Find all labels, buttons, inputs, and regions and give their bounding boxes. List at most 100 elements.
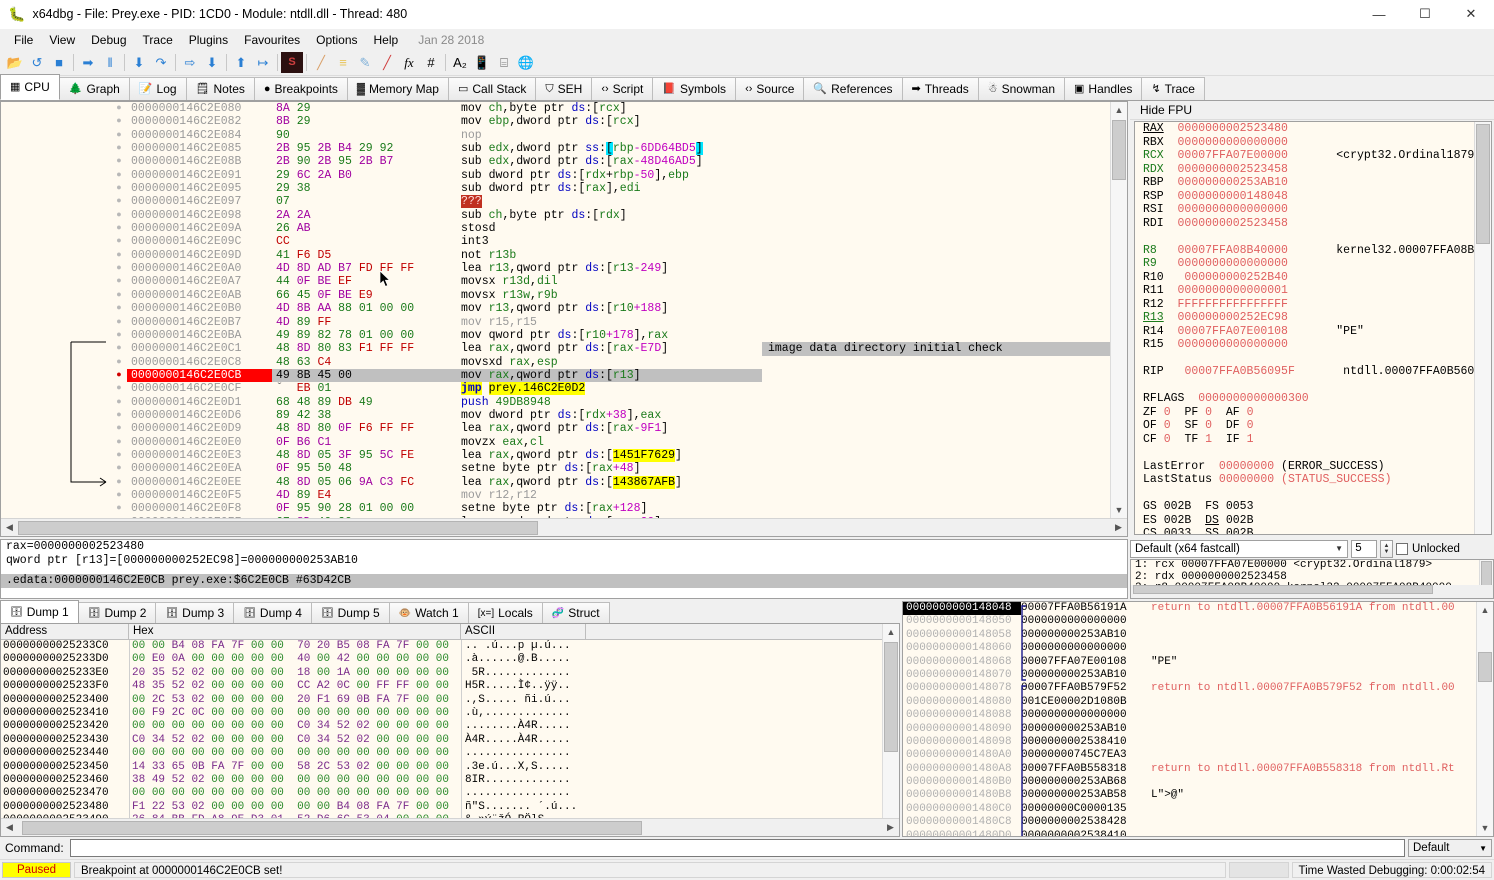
dump-row[interactable]: 000000000252344000 00 00 00 00 00 00 00 … <box>1 747 899 760</box>
segment-value[interactable]: 002B <box>1164 514 1192 527</box>
register-value[interactable]: 00007FFA07E00000 <box>1178 149 1288 162</box>
breakpoint-dot-icon[interactable]: ● <box>111 476 127 489</box>
disasm-instruction[interactable]: not r13b <box>457 249 762 262</box>
register-rdx[interactable]: RDX 0000000002523458 <box>1135 163 1491 177</box>
breakpoint-dot-icon[interactable]: ● <box>111 275 127 288</box>
disasm-instruction[interactable]: mov dword ptr ds:[rdx+38],eax <box>457 409 762 422</box>
breakpoint-dot-icon[interactable]: ● <box>111 249 127 262</box>
disasm-bytes[interactable]: 48 8D 05 06 9A C3 FC <box>272 476 457 489</box>
disasm-bytes[interactable]: 0F 95 90 28 01 00 00 <box>272 502 457 515</box>
disasm-address[interactable]: 0000000146C2E0F8 <box>127 502 272 515</box>
stack-panel[interactable]: 000000000014804800007FFA0B56191Areturn t… <box>902 601 1494 837</box>
disasm-bytes[interactable]: 41 F6 D5 <box>272 249 457 262</box>
dump-tab-dump-5[interactable]: 🗄Dump 5 <box>311 602 390 623</box>
dump-tab-locals[interactable]: [x=]Locals <box>468 602 543 623</box>
dump-horizontal-scrollbar[interactable]: ◀ ▶ <box>1 818 899 836</box>
segment-value[interactable]: 0033 <box>1164 527 1192 535</box>
stack-row[interactable]: 00000000001480D00000000002538410 <box>903 830 1493 837</box>
dump-header-ascii[interactable]: ASCII <box>461 624 586 639</box>
stack-address[interactable]: 0000000000148060 <box>903 642 1021 655</box>
minimize-button[interactable]: — <box>1356 0 1402 28</box>
disasm-instruction[interactable]: sub dword ptr ds:[rax],edi <box>457 182 762 195</box>
disasm-comment[interactable] <box>762 409 1127 422</box>
breakpoint-dot-icon[interactable]: ● <box>111 489 127 502</box>
register-spacer[interactable] <box>1135 379 1491 393</box>
disasm-comment[interactable] <box>762 356 1127 369</box>
disasm-bytes[interactable]: 49 8B 45 00 <box>272 369 457 382</box>
disasm-comment[interactable] <box>762 155 1127 168</box>
globe-icon[interactable]: 🌐 <box>515 52 537 73</box>
breakpoint-dot-icon[interactable]: ● <box>111 422 127 435</box>
disasm-address[interactable]: 0000000146C2E095 <box>127 182 272 195</box>
breakpoint-dot-icon[interactable]: ● <box>111 262 127 275</box>
dump-address[interactable]: 00000000025233D0 <box>1 653 129 666</box>
stack-address[interactable]: 0000000000148088 <box>903 709 1021 722</box>
disasm-bytes[interactable]: 07 <box>272 195 457 208</box>
disasm-bytes[interactable]: 66 45 0F BE E9 <box>272 289 457 302</box>
checkbox-box[interactable] <box>1396 543 1408 555</box>
register-r13[interactable]: R13 000000000252EC98 <box>1135 311 1491 325</box>
disasm-bytes[interactable]: 49 89 82 78 01 00 00 <box>272 329 457 342</box>
hscroll-track[interactable] <box>18 520 1110 536</box>
register-vertical-scrollbar[interactable] <box>1474 122 1491 534</box>
stack-row[interactable]: 0000000000148090000000000253AB10 <box>903 723 1493 736</box>
stack-value[interactable]: 000000000253AB58 <box>1021 789 1147 802</box>
register-r8[interactable]: R8 00007FFA08B40000 kernel32.00007FFA08B <box>1135 244 1491 258</box>
stack-address[interactable]: 0000000000148048 <box>903 602 1021 615</box>
command-input[interactable] <box>70 839 1405 857</box>
disasm-comment[interactable] <box>762 195 1127 208</box>
breakpoint-dot-icon[interactable]: ● <box>111 436 127 449</box>
dump-hex[interactable]: 00 F9 2C 0C 00 00 00 00 00 00 00 00 00 0… <box>129 707 461 720</box>
disasm-comment[interactable] <box>762 182 1127 195</box>
menu-item-view[interactable]: View <box>41 31 83 49</box>
dump-address[interactable]: 0000000002523400 <box>1 694 129 707</box>
disasm-address[interactable]: 0000000146C2E0D1 <box>127 396 272 409</box>
disasm-comment[interactable] <box>762 436 1127 449</box>
disasm-comment[interactable] <box>762 382 1127 395</box>
register-rsi[interactable]: RSI 0000000000000000 <box>1135 203 1491 217</box>
register-r10[interactable]: R10 000000000252B40 <box>1135 271 1491 285</box>
stack-address[interactable]: 0000000000148080 <box>903 696 1021 709</box>
dump-hex[interactable]: C0 34 52 02 00 00 00 00 C0 34 52 02 00 0… <box>129 734 461 747</box>
stack-row[interactable]: 0000000000148080001CE00002D1080B <box>903 696 1493 709</box>
dump-hscroll-thumb[interactable] <box>22 821 642 835</box>
disasm-address[interactable]: 0000000146C2E082 <box>127 115 272 128</box>
last-status-row[interactable]: LastStatus 00000000 (STATUS_SUCCESS) <box>1135 473 1491 487</box>
dump-row[interactable]: 000000000252347000 00 00 00 00 00 00 00 … <box>1 787 899 800</box>
stack-value[interactable]: 000000000253AB10 <box>1021 629 1147 642</box>
stack-row[interactable]: 00000000001480B0000000000253AB68 <box>903 776 1493 789</box>
disassembly-vertical-scrollbar[interactable]: ▲ ▼ <box>1110 102 1127 518</box>
disassembly-view[interactable]: ●●●●●●●●●●●●●●●●●●●●●●●●●●●●●●●●●●●●●●● … <box>1 102 1127 518</box>
dump-ascii[interactable]: 5R............. <box>461 667 586 680</box>
stack-address[interactable]: 0000000000148050 <box>903 615 1021 628</box>
disasm-address[interactable]: 0000000146C2E0EE <box>127 476 272 489</box>
stack-address[interactable]: 0000000000148078 <box>903 682 1021 695</box>
hash-icon[interactable]: # <box>420 52 442 73</box>
disasm-address[interactable]: 0000000146C2E09D <box>127 249 272 262</box>
log-icon[interactable]: ≡ <box>332 52 354 73</box>
dump-row[interactable]: 000000000252341000 F9 2C 0C 00 00 00 00 … <box>1 707 899 720</box>
breakpoint-dot-icon[interactable]: ● <box>111 502 127 515</box>
disasm-comment[interactable] <box>762 249 1127 262</box>
register-value[interactable]: 0000000002523458 <box>1178 217 1288 230</box>
disasm-address[interactable]: 0000000146C2E0A7 <box>127 275 272 288</box>
register-r14[interactable]: R14 00007FFA07E00108 "PE" <box>1135 325 1491 339</box>
menu-item-options[interactable]: Options <box>308 31 365 49</box>
disasm-instruction[interactable]: setne byte ptr ds:[rax+128] <box>457 502 762 515</box>
disasm-instruction[interactable]: nop <box>457 129 762 142</box>
tab-call-stack[interactable]: ▭Call Stack <box>448 77 536 100</box>
breakpoint-dot-icon[interactable]: ● <box>111 115 127 128</box>
dump-address[interactable]: 0000000002523480 <box>1 801 129 814</box>
register-rax[interactable]: RAX 0000000002523480 <box>1135 122 1491 136</box>
scroll-down-icon[interactable]: ▼ <box>1111 502 1127 518</box>
stack-value[interactable]: 00007FFA0B579F52 <box>1021 682 1147 695</box>
stack-value[interactable]: 0000000000000000 <box>1021 642 1147 655</box>
disasm-instruction[interactable]: stosd <box>457 222 762 235</box>
disasm-address[interactable]: 0000000146C2E0F5 <box>127 489 272 502</box>
menu-item-debug[interactable]: Debug <box>83 31 134 49</box>
dump-row[interactable]: 00000000025233F048 35 52 02 00 00 00 00 … <box>1 680 899 693</box>
stack-scroll-thumb[interactable] <box>1478 652 1492 682</box>
argument-count-input[interactable]: 5 <box>1351 540 1377 558</box>
disasm-address[interactable]: 0000000146C2E0AB <box>127 289 272 302</box>
stack-address[interactable]: 00000000001480A0 <box>903 749 1021 762</box>
